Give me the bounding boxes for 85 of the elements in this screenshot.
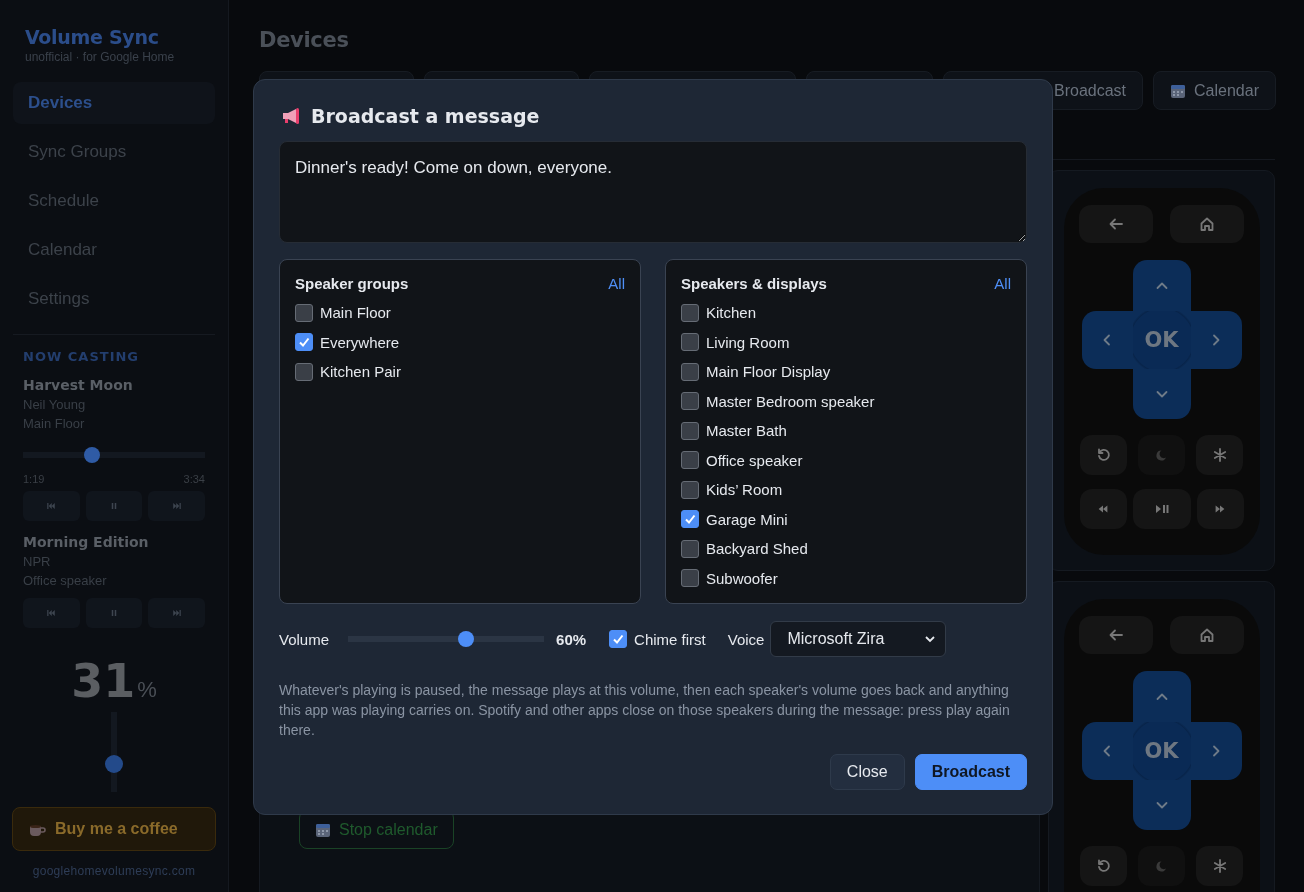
- calendar-button[interactable]: Calendar: [1153, 71, 1276, 110]
- replay-button[interactable]: [1080, 435, 1127, 475]
- message-field[interactable]: Dinner's ready! Come on down, everyone.: [279, 141, 1027, 243]
- checkbox-label: Kids’ Room: [706, 481, 783, 499]
- checkbox-label: Backyard Shed: [706, 540, 808, 558]
- home-icon: [1199, 216, 1215, 232]
- volume-unit: %: [137, 677, 157, 703]
- checkbox-label: Master Bath: [706, 422, 787, 440]
- back-button[interactable]: [1079, 205, 1153, 243]
- website-link[interactable]: googlehomevolumesync.com: [32, 864, 196, 878]
- back-arrow-icon: [1108, 216, 1124, 232]
- nav-item[interactable]: Devices: [13, 82, 215, 124]
- checkbox[interactable]: [681, 569, 699, 588]
- previous-icon: [45, 500, 58, 512]
- checkbox[interactable]: [295, 333, 313, 352]
- next-icon: [170, 607, 183, 619]
- checkbox[interactable]: [681, 392, 699, 411]
- back-arrow-icon: [1108, 627, 1124, 643]
- checkbox-label: Kitchen Pair: [320, 363, 401, 381]
- volume-reading: 60%: [556, 630, 587, 648]
- voice-label: Voice: [727, 630, 765, 648]
- voice-dropdown[interactable]: Microsoft Zira: [770, 621, 947, 657]
- checkbox[interactable]: [295, 303, 313, 322]
- panel-heading: Speakers & displays: [681, 275, 827, 292]
- volume-value: 31: [71, 654, 136, 708]
- app-title: Volume Sync: [25, 26, 160, 48]
- checkmark-icon: [612, 633, 625, 645]
- checkbox[interactable]: [681, 480, 699, 499]
- replay-icon: [1095, 447, 1112, 463]
- checkbox[interactable]: [609, 630, 628, 648]
- checkbox[interactable]: [681, 303, 699, 322]
- checkbox-label: Master Bedroom speaker: [706, 392, 875, 410]
- megaphone-icon: [281, 107, 301, 125]
- broadcast-button[interactable]: Broadcast: [914, 754, 1027, 790]
- ok-button[interactable]: OK: [1132, 722, 1191, 780]
- slider-thumb[interactable]: [457, 631, 474, 647]
- checkbox[interactable]: [681, 510, 699, 529]
- asterisk-icon: [1211, 858, 1228, 874]
- checkbox[interactable]: [681, 333, 699, 352]
- checkmark-icon: [684, 513, 696, 526]
- asterisk-icon: [1211, 447, 1228, 463]
- checkbox[interactable]: [681, 539, 699, 558]
- calendar-icon: [1170, 82, 1187, 99]
- next-icon: [170, 500, 183, 512]
- home-button[interactable]: [1170, 616, 1244, 654]
- dialog-title: Broadcast a message: [311, 105, 540, 127]
- section-heading: NOW CASTING: [23, 349, 140, 364]
- replay-icon: [1095, 858, 1112, 874]
- chevron-down-icon: [924, 633, 937, 645]
- checkbox-label: Main Floor Display: [706, 363, 831, 381]
- checkbox-label: Subwoofer: [706, 569, 778, 587]
- home-button[interactable]: [1170, 205, 1244, 243]
- calendar-icon: [315, 821, 331, 838]
- info-text: Whatever's playing is paused, the message plays at this volume, then each speaker's volume goes back and anything this app was playing carries on. Spotify and other apps close on those speakers during the message: press play again there.: [279, 681, 1011, 740]
- home-icon: [1199, 627, 1215, 643]
- select-all-link[interactable]: All: [608, 275, 625, 292]
- select-all-link[interactable]: All: [994, 275, 1011, 292]
- checkbox-label: Everywhere: [320, 333, 400, 351]
- ok-button[interactable]: OK: [1132, 311, 1191, 369]
- checkbox-label: Main Floor: [320, 304, 391, 322]
- track-title: Harvest Moon: [23, 377, 134, 393]
- checkmark-icon: [298, 336, 310, 349]
- panel-heading: Speaker groups: [295, 275, 409, 292]
- slider-thumb[interactable]: [105, 754, 123, 773]
- checkbox[interactable]: [681, 451, 699, 470]
- slider-thumb[interactable]: [84, 447, 101, 463]
- previous-icon: [45, 607, 58, 619]
- back-button[interactable]: [1079, 616, 1153, 654]
- checkbox[interactable]: [681, 421, 699, 440]
- volume-label: Volume: [279, 630, 330, 648]
- checkbox-label: Office speaker: [706, 451, 803, 469]
- coffee-button[interactable]: Buy me a coffee: [12, 807, 216, 851]
- replay-button[interactable]: [1080, 846, 1127, 886]
- page-title: Devices: [259, 28, 350, 52]
- checkbox[interactable]: [295, 362, 313, 381]
- play-pause-button[interactable]: [1132, 489, 1191, 529]
- checkbox[interactable]: [681, 362, 699, 381]
- checkbox-label: Kitchen: [706, 304, 757, 322]
- checkbox-label: Garage Mini: [706, 510, 788, 528]
- options-button[interactable]: [1196, 435, 1243, 475]
- close-button[interactable]: Close: [829, 754, 905, 790]
- checkbox-label: Living Room: [706, 333, 790, 351]
- checkbox-label: Chime first: [634, 630, 706, 648]
- options-button[interactable]: [1196, 846, 1243, 886]
- track-title: Morning Edition: [23, 534, 150, 550]
